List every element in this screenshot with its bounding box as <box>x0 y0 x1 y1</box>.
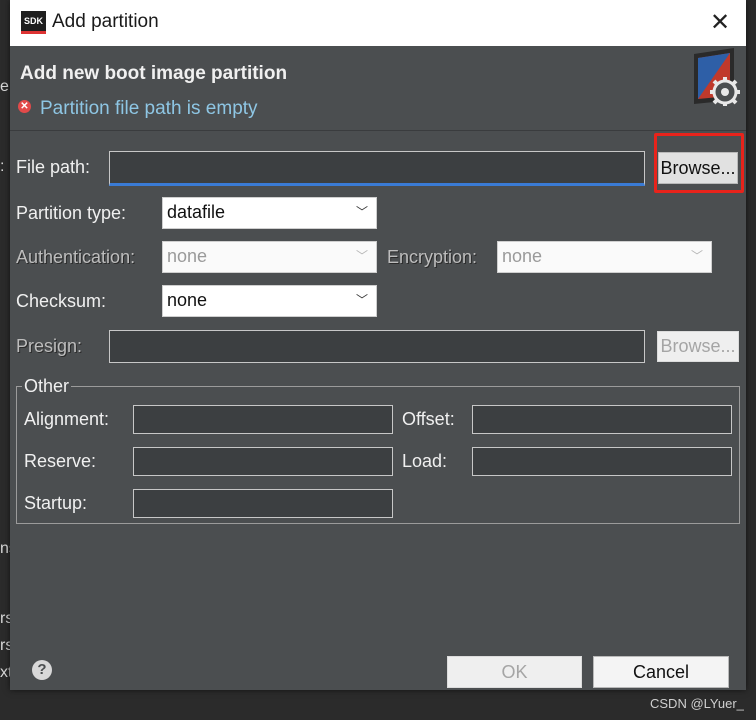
offset-input[interactable] <box>472 405 732 434</box>
presign-input[interactable] <box>109 330 645 363</box>
close-icon: ✕ <box>709 9 731 36</box>
window-title: Add partition <box>52 11 159 32</box>
reserve-label: Reserve: <box>24 451 97 471</box>
help-icon[interactable]: ? <box>32 660 52 680</box>
dialog-heading: Add new boot image partition <box>20 63 288 84</box>
header-separator <box>10 130 746 131</box>
background-fragment: e <box>0 78 9 95</box>
error-icon: ✕ <box>18 100 31 113</box>
chevron-down-icon: ﹀ <box>355 205 368 219</box>
other-group-title: Other <box>22 376 72 397</box>
startup-label: Startup: <box>24 493 88 513</box>
alignment-input[interactable] <box>133 405 393 434</box>
encryption-label: Encryption: <box>387 247 478 267</box>
load-label: Load: <box>402 451 448 471</box>
authentication-label: Authentication: <box>16 247 136 267</box>
alignment-label: Alignment: <box>24 409 110 429</box>
file-path-input[interactable] <box>109 151 645 186</box>
authentication-select[interactable]: none ﹀ <box>162 241 377 273</box>
load-input[interactable] <box>472 447 732 476</box>
offset-label: Offset: <box>402 409 455 429</box>
startup-input[interactable] <box>133 489 393 518</box>
error-message: Partition file path is empty <box>40 98 258 119</box>
checksum-value: none <box>167 290 208 310</box>
file-path-label: File path: <box>16 157 91 177</box>
encryption-value: none <box>502 246 543 266</box>
presign-label: Presign: <box>16 336 83 356</box>
partition-type-value: datafile <box>167 202 226 222</box>
authentication-value: none <box>167 246 208 266</box>
gear-icon <box>694 48 740 106</box>
ok-button[interactable]: OK <box>447 656 582 688</box>
encryption-select[interactable]: none ﹀ <box>497 241 712 273</box>
add-partition-dialog: SDK Add partition ✕ Add new boot image p… <box>10 0 746 690</box>
checksum-label: Checksum: <box>16 291 107 311</box>
watermark: CSDN @LYuer_ <box>650 696 744 711</box>
chevron-down-icon: ﹀ <box>690 249 703 263</box>
checksum-select[interactable]: none ﹀ <box>162 285 377 317</box>
background-fragment: : <box>0 158 5 175</box>
partition-type-select[interactable]: datafile ﹀ <box>162 197 377 229</box>
partition-type-label: Partition type: <box>16 203 127 223</box>
chevron-down-icon: ﹀ <box>355 249 368 263</box>
chevron-down-icon: ﹀ <box>355 293 368 307</box>
sdk-logo: SDK <box>21 11 46 34</box>
presign-browse-button[interactable]: Browse... <box>657 331 739 362</box>
close-button[interactable]: ✕ <box>704 8 736 38</box>
title-bar[interactable]: SDK Add partition ✕ <box>10 0 746 46</box>
reserve-input[interactable] <box>133 447 393 476</box>
highlight-box <box>654 133 744 193</box>
cancel-button[interactable]: Cancel <box>593 656 729 688</box>
